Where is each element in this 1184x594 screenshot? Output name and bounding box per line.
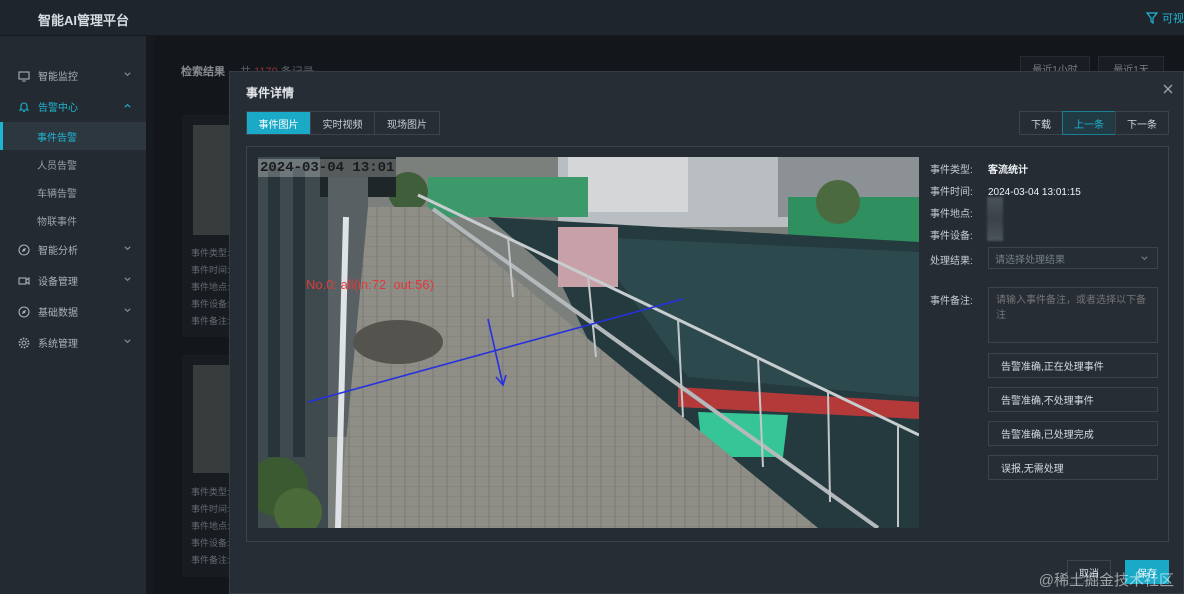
- event-type-label: 事件类型:: [930, 165, 973, 176]
- modal-title: 事件详情: [246, 86, 295, 100]
- bell-icon: [18, 101, 30, 113]
- sidebar: 智能监控 告警中心 事件告警 人员告警 车辆告警 物联事件 智能分析 设备管理 …: [0, 36, 146, 594]
- compass-icon: [18, 305, 30, 318]
- tab-event-image[interactable]: 事件图片: [247, 112, 311, 134]
- event-type-value: 客流统计: [988, 165, 1028, 176]
- event-content: 2024-03-04 13:01 No.0: all(in:72 out:56)…: [246, 146, 1169, 542]
- remark-row: 事件备注:: [930, 292, 988, 307]
- camera-icon: [18, 275, 30, 287]
- sidebar-item-label: 系统管理: [38, 339, 78, 350]
- action-confirm-processing-button[interactable]: 告警准确,正在处理事件: [988, 353, 1158, 378]
- gear-icon: [18, 337, 30, 349]
- event-device-label: 事件设备:: [930, 231, 973, 242]
- sidebar-item-label: 智能分析: [38, 246, 78, 257]
- next-record-button[interactable]: 下一条: [1115, 111, 1169, 135]
- modal-tabs: 事件图片 实时视频 现场图片: [246, 111, 440, 135]
- tab-site-image[interactable]: 现场图片: [375, 112, 439, 134]
- chevron-down-icon: [124, 72, 131, 77]
- event-photo[interactable]: 2024-03-04 13:01 No.0: all(in:72 out:56): [258, 157, 919, 528]
- event-device-row: 事件设备:: [930, 227, 988, 242]
- sidebar-subitem-event-alerts[interactable]: 事件告警: [0, 122, 146, 150]
- monitor-icon: [18, 70, 30, 82]
- sidebar-divider: [146, 36, 154, 594]
- top-bar: 智能AI管理平台 可视: [0, 0, 1184, 36]
- app-title: 智能AI管理平台: [38, 13, 130, 28]
- photo-count-overlay: No.0: all(in:72 out:56): [306, 277, 434, 292]
- chevron-down-icon: [1141, 256, 1148, 261]
- sidebar-item-label: 设备管理: [38, 277, 78, 288]
- visual-link[interactable]: 可视: [1146, 10, 1184, 26]
- compass-icon: [18, 243, 30, 256]
- tab-live-video[interactable]: 实时视频: [311, 112, 375, 134]
- remark-label: 事件备注:: [930, 296, 973, 307]
- result-select[interactable]: 请选择处理结果: [988, 247, 1158, 269]
- sidebar-subitem-vehicle-alerts[interactable]: 车辆告警: [0, 178, 146, 206]
- action-false-alarm-button[interactable]: 误报,无需处理: [988, 455, 1158, 480]
- chevron-down-icon: [124, 277, 131, 282]
- chevron-down-icon: [124, 339, 131, 344]
- sidebar-item-label: 智能监控: [38, 72, 78, 83]
- event-time-row: 事件时间: 2024-03-04 13:01:15: [930, 183, 1081, 198]
- record-nav: 下载 上一条 下一条: [1019, 111, 1169, 135]
- event-location-row: 事件地点:: [930, 205, 988, 220]
- chevron-down-icon: [124, 308, 131, 313]
- result-select-placeholder: 请选择处理结果: [995, 254, 1065, 266]
- sidebar-item-label: 告警中心: [38, 103, 78, 114]
- event-location-label: 事件地点:: [930, 209, 973, 220]
- sidebar-item-alerts[interactable]: 告警中心: [0, 91, 146, 122]
- sidebar-subitem-person-alerts[interactable]: 人员告警: [0, 150, 146, 178]
- sidebar-subitem-iot-events[interactable]: 物联事件: [0, 206, 146, 234]
- prev-record-button[interactable]: 上一条: [1062, 111, 1116, 135]
- sidebar-item-monitor[interactable]: 智能监控: [0, 60, 146, 91]
- event-detail-modal: 事件详情 事件图片 实时视频 现场图片 下载 上一条 下一条 2024-03-0…: [229, 71, 1184, 594]
- chevron-down-icon: [124, 246, 131, 251]
- redacted-location-device: [987, 197, 1003, 241]
- action-confirm-ignore-button[interactable]: 告警准确,不处理事件: [988, 387, 1158, 412]
- action-confirm-done-button[interactable]: 告警准确,已处理完成: [988, 421, 1158, 446]
- result-label: 处理结果:: [930, 256, 973, 267]
- result-row: 处理结果:: [930, 252, 988, 267]
- sidebar-item-basic-data[interactable]: 基础数据: [0, 296, 146, 327]
- download-button[interactable]: 下载: [1019, 111, 1063, 135]
- visual-link-label: 可视: [1162, 13, 1184, 25]
- sidebar-item-label: 基础数据: [38, 308, 78, 319]
- close-icon[interactable]: [1161, 82, 1175, 96]
- watermark: @稀土掘金技术社区: [1038, 572, 1174, 589]
- photo-timestamp: 2024-03-04 13:01: [260, 160, 395, 176]
- filter-icon: [1146, 12, 1158, 24]
- remark-input[interactable]: [988, 287, 1158, 343]
- chevron-up-icon: [124, 103, 131, 108]
- sidebar-item-system[interactable]: 系统管理: [0, 327, 146, 358]
- event-type-row: 事件类型: 客流统计: [930, 161, 1028, 176]
- sidebar-item-devices[interactable]: 设备管理: [0, 265, 146, 296]
- event-time-label: 事件时间:: [930, 187, 973, 198]
- sidebar-item-analysis[interactable]: 智能分析: [0, 234, 146, 265]
